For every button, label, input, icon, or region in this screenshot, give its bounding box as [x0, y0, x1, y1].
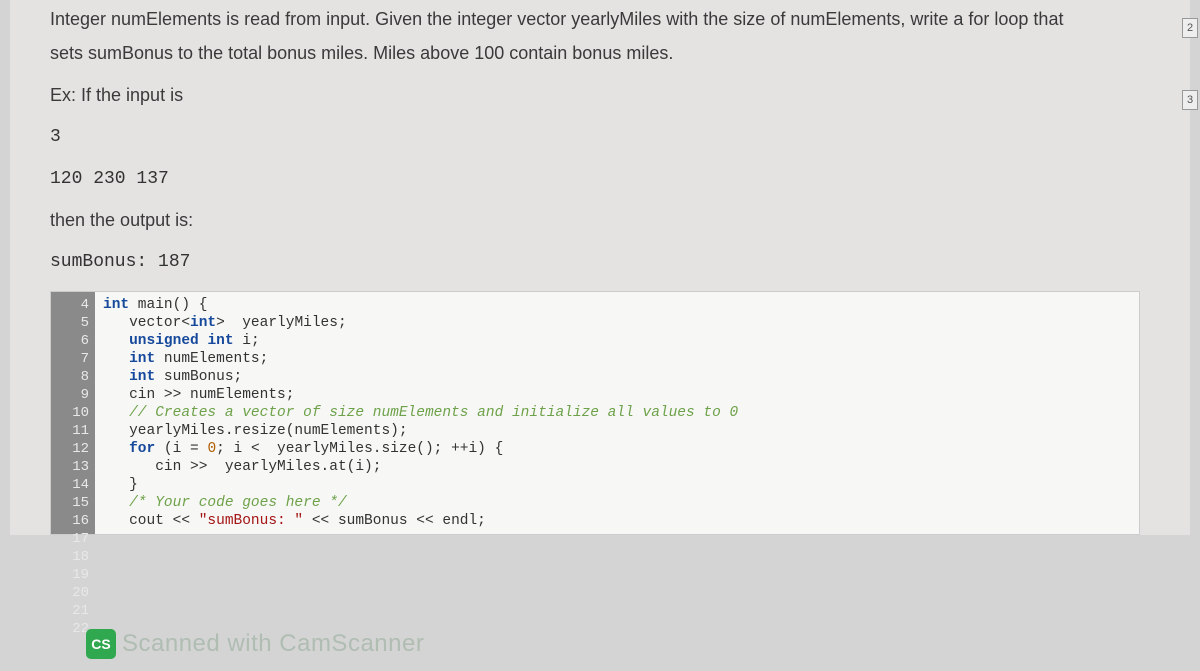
code-line[interactable]: unsigned int i;: [103, 332, 1131, 350]
line-number: 7: [51, 350, 89, 368]
code-line[interactable]: cout << "sumBonus: " << sumBonus << endl…: [103, 512, 1131, 530]
watermark-text: Scanned with CamScanner: [122, 630, 424, 658]
output-label: then the output is:: [50, 207, 1150, 235]
code-line[interactable]: vector<int> yearlyMiles;: [103, 314, 1131, 332]
line-number: 8: [51, 368, 89, 386]
example-input-2: 120 230 137: [50, 166, 1150, 194]
example-input-1: 3: [50, 124, 1150, 152]
code-line[interactable]: cin >> numElements;: [103, 386, 1131, 404]
code-line[interactable]: }: [103, 476, 1131, 494]
line-number: 10: [51, 404, 89, 422]
problem-desc-1: Integer numElements is read from input. …: [50, 6, 1150, 34]
code-line[interactable]: /* Your code goes here */: [103, 494, 1131, 512]
example-label: Ex: If the input is: [50, 82, 1150, 110]
code-line[interactable]: int main() {: [103, 296, 1131, 314]
side-bar: 2 3: [1180, 0, 1200, 671]
problem-desc-2: sets sumBonus to the total bonus miles. …: [50, 40, 1150, 68]
line-number: 22: [51, 620, 89, 638]
line-number: 5: [51, 314, 89, 332]
problem-statement: Integer numElements is read from input. …: [50, 6, 1150, 277]
side-badge-3[interactable]: 3: [1182, 90, 1198, 110]
line-number: 15: [51, 494, 89, 512]
line-number: 6: [51, 332, 89, 350]
line-number: 20: [51, 584, 89, 602]
code-line[interactable]: yearlyMiles.resize(numElements);: [103, 422, 1131, 440]
code-editor[interactable]: 45678910111213141516171819202122 int mai…: [50, 291, 1140, 535]
code-line[interactable]: cin >> yearlyMiles.at(i);: [103, 458, 1131, 476]
line-number: 4: [51, 296, 89, 314]
line-number: 17: [51, 530, 89, 548]
code-line[interactable]: // Creates a vector of size numElements …: [103, 404, 1131, 422]
line-number: 21: [51, 602, 89, 620]
code-line[interactable]: for (i = 0; i < yearlyMiles.size(); ++i)…: [103, 440, 1131, 458]
example-output: sumBonus: 187: [50, 249, 1150, 277]
code-content[interactable]: int main() { vector<int> yearlyMiles; un…: [95, 292, 1139, 534]
scanner-watermark: CS Scanned with CamScanner: [86, 629, 424, 659]
exercise-page: Integer numElements is read from input. …: [10, 0, 1190, 535]
side-badge-2[interactable]: 2: [1182, 18, 1198, 38]
code-line[interactable]: int sumBonus;: [103, 368, 1131, 386]
line-number: 16: [51, 512, 89, 530]
line-gutter: 45678910111213141516171819202122: [51, 292, 95, 534]
line-number: 12: [51, 440, 89, 458]
line-number: 11: [51, 422, 89, 440]
code-line[interactable]: int numElements;: [103, 350, 1131, 368]
line-number: 13: [51, 458, 89, 476]
line-number: 9: [51, 386, 89, 404]
line-number: 14: [51, 476, 89, 494]
camscanner-logo-icon: CS: [86, 629, 116, 659]
line-number: 18: [51, 548, 89, 566]
line-number: 19: [51, 566, 89, 584]
